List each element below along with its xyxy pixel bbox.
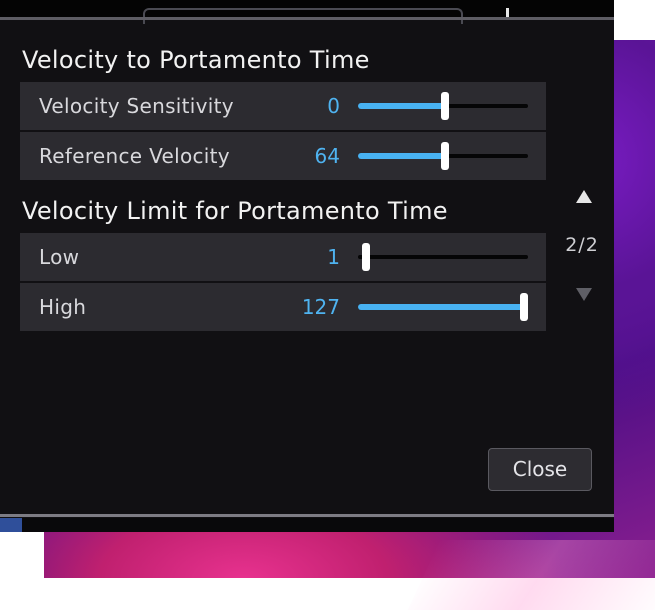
row-label: Velocity Sensitivity [39,94,234,118]
row-label: Low [39,245,80,269]
wallpaper-stripe [407,540,655,610]
row-value: 0 [327,94,340,118]
row-value: 127 [301,295,340,319]
close-button[interactable]: Close [488,448,592,491]
reference-velocity-slider[interactable] [358,132,528,180]
page-number: 2/2 [565,234,599,256]
section-title-velocity-limit: Velocity Limit for Portamento Time [22,197,448,225]
row-low: Low 1 [20,233,546,281]
section-title-velocity-to-portamento: Velocity to Portamento Time [22,46,370,74]
bottom-divider [0,514,614,517]
row-label: High [39,295,87,319]
row-label: Reference Velocity [39,144,230,168]
row-reference-velocity: Reference Velocity 64 [20,132,546,180]
page-up-arrow-icon[interactable] [576,190,592,203]
row-value: 64 [314,144,340,168]
page-down-arrow-icon[interactable] [576,288,592,301]
slider-thumb[interactable] [520,293,528,321]
slider-thumb[interactable] [441,142,449,170]
bottom-bar [22,518,614,532]
row-velocity-sensitivity: Velocity Sensitivity 0 [20,82,546,130]
row-value: 1 [327,245,340,269]
velocity-sensitivity-slider[interactable] [358,82,528,130]
portamento-dialog: Velocity to Portamento Time Velocity Sen… [0,0,614,532]
high-limit-slider[interactable] [358,283,528,331]
low-limit-slider[interactable] [358,233,528,281]
slider-fill [358,153,445,159]
top-divider [0,17,614,20]
slider-track [358,255,528,259]
slider-fill [358,103,445,109]
row-high: High 127 [20,283,546,331]
slider-thumb[interactable] [441,92,449,120]
top-field-outline [143,8,463,24]
slider-fill [358,304,524,310]
slider-thumb[interactable] [362,243,370,271]
bottom-left-accent [0,518,22,532]
